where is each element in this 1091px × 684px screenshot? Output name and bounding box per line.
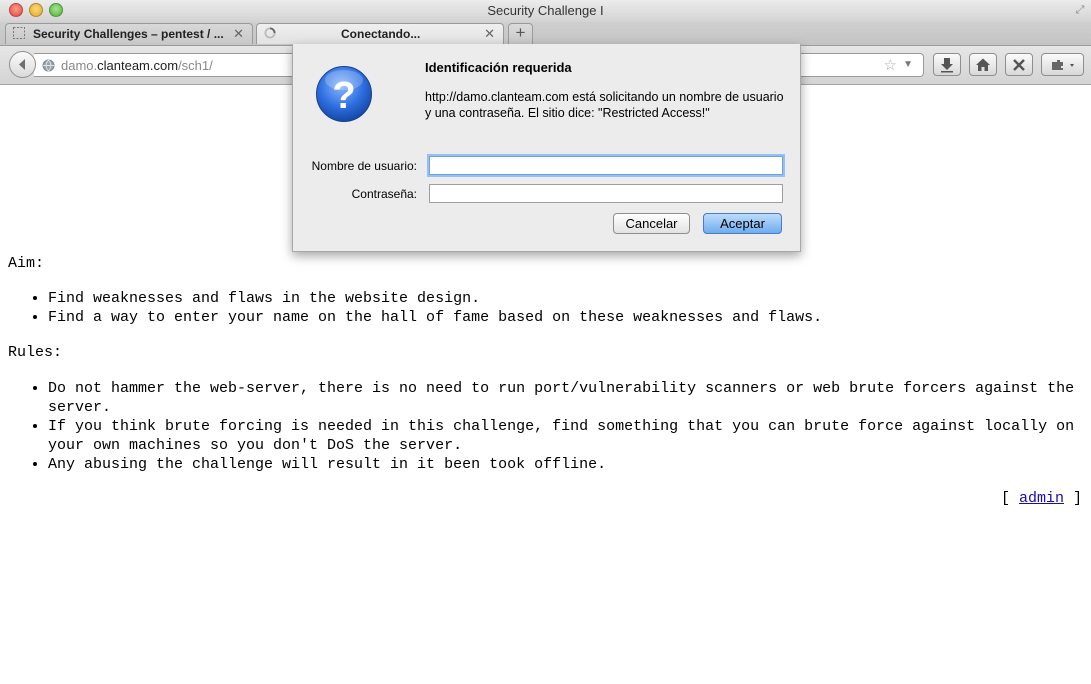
accept-button[interactable]: Aceptar — [703, 213, 782, 234]
admin-row: [ admin ] — [1001, 490, 1082, 507]
tab-security-challenges[interactable]: Security Challenges – pentest / ... ✕ — [5, 23, 253, 44]
fullscreen-icon[interactable]: ⤢ — [1074, 4, 1086, 16]
list-item: Find weaknesses and flaws in the website… — [48, 289, 1078, 308]
downloads-button[interactable] — [933, 53, 961, 76]
list-item: Do not hammer the web-server, there is n… — [48, 379, 1078, 417]
tab-label: Security Challenges – pentest / ... — [33, 27, 223, 41]
tab-conectando[interactable]: Conectando... ✕ — [256, 23, 504, 44]
aim-heading: Aim: — [8, 255, 45, 272]
tab-close-icon[interactable]: ✕ — [484, 26, 495, 42]
url-dropdown-icon[interactable]: ▼ — [903, 59, 913, 70]
rules-heading: Rules: — [8, 344, 63, 361]
list-item: If you think brute forcing is needed in … — [48, 417, 1078, 455]
password-field[interactable] — [429, 184, 783, 203]
bracket-close: ] — [1063, 490, 1082, 507]
addon-menu-button[interactable] — [1041, 53, 1084, 76]
rules-list: Do not hammer the web-server, there is n… — [28, 379, 1078, 474]
admin-link[interactable]: admin — [1019, 490, 1064, 507]
tab-label: Conectando... — [341, 27, 421, 41]
addon-puzzle-icon — [1051, 60, 1074, 70]
username-field[interactable] — [429, 156, 783, 175]
dialog-title: Identificación requerida — [425, 60, 572, 75]
stop-button[interactable] — [1005, 53, 1033, 76]
stop-x-icon — [1013, 59, 1025, 71]
window-title: Security Challenge I — [487, 3, 604, 18]
url-text: damo.clanteam.com/sch1/ — [61, 58, 213, 73]
download-arrow-icon — [941, 58, 953, 73]
bracket-open: [ — [1000, 490, 1019, 507]
question-mark-icon: ? — [316, 66, 372, 122]
username-label: Nombre de usuario: — [311, 159, 417, 173]
svg-text:?: ? — [332, 75, 355, 117]
dialog-message: http://damo.clanteam.com está solicitand… — [425, 90, 784, 120]
new-tab-button[interactable]: + — [508, 23, 533, 44]
window-titlebar: Security Challenge I ⤢ — [0, 0, 1091, 22]
aim-list: Find weaknesses and flaws in the website… — [28, 289, 1078, 327]
auth-dialog: ? Identificación requerida http://damo.c… — [292, 44, 801, 252]
list-item: Find a way to enter your name on the hal… — [48, 308, 1078, 327]
home-icon — [976, 58, 990, 71]
loading-spinner-icon — [264, 27, 276, 39]
bookmark-star-icon[interactable]: ☆ — [884, 56, 897, 74]
cancel-button[interactable]: Cancelar — [613, 213, 690, 234]
dashed-square-icon — [13, 27, 25, 39]
tab-bar: Security Challenges – pentest / ... ✕ Co… — [0, 22, 1091, 46]
home-button[interactable] — [969, 53, 997, 76]
back-arrow-icon — [19, 59, 25, 70]
list-item: Any abusing the challenge will result in… — [48, 455, 1078, 474]
back-button[interactable] — [9, 51, 36, 78]
tab-close-icon[interactable]: ✕ — [233, 26, 244, 42]
globe-icon — [42, 59, 55, 72]
password-label: Contraseña: — [351, 187, 417, 201]
